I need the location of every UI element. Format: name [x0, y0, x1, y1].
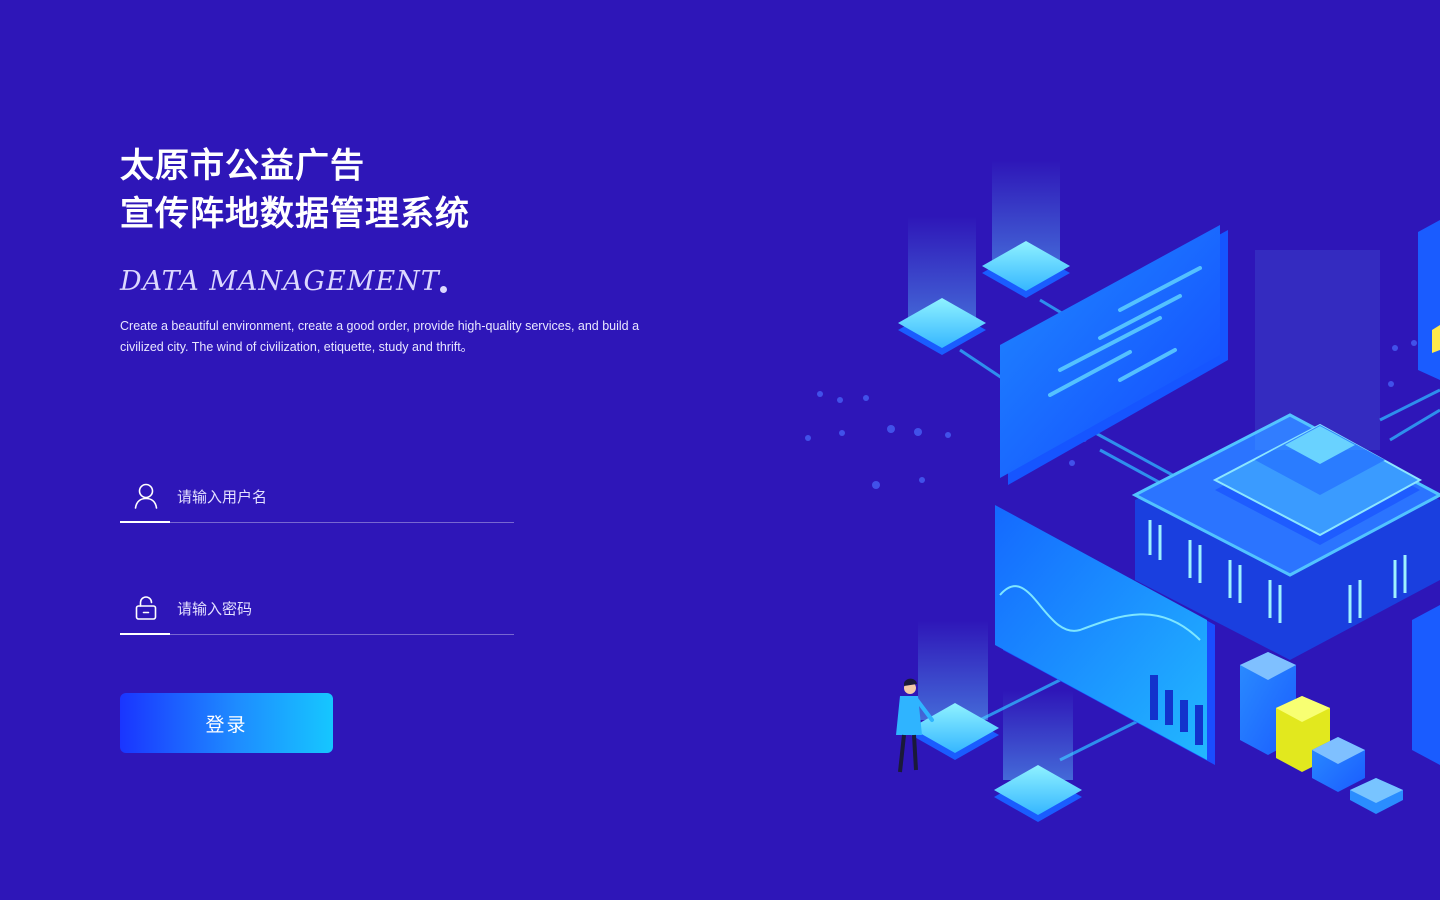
subtitle-dot [440, 286, 447, 293]
user-icon [134, 483, 158, 509]
page-title: 太原市公益广告 宣传阵地数据管理系统 [120, 142, 470, 238]
login-button[interactable]: 登录 [120, 693, 333, 753]
password-field[interactable] [120, 584, 514, 635]
page-description: Create a beautiful environment, create a… [120, 319, 640, 354]
password-focus-accent [120, 633, 170, 635]
title-line-2: 宣传阵地数据管理系统 [120, 194, 470, 234]
isometric-bars [1240, 652, 1403, 814]
lock-icon [135, 596, 157, 620]
subtitle-english: DATA MANAGEMENT [120, 266, 440, 297]
password-input[interactable] [175, 592, 509, 626]
title-line-1: 太原市公益广告 [120, 146, 365, 186]
username-focus-accent [120, 521, 170, 523]
data-center-illustration [805, 160, 1440, 822]
login-page: 太原市公益广告 宣传阵地数据管理系统 DATA MANAGEMENT Creat… [0, 0, 1440, 900]
username-input[interactable] [175, 480, 509, 514]
username-field[interactable] [120, 472, 514, 523]
